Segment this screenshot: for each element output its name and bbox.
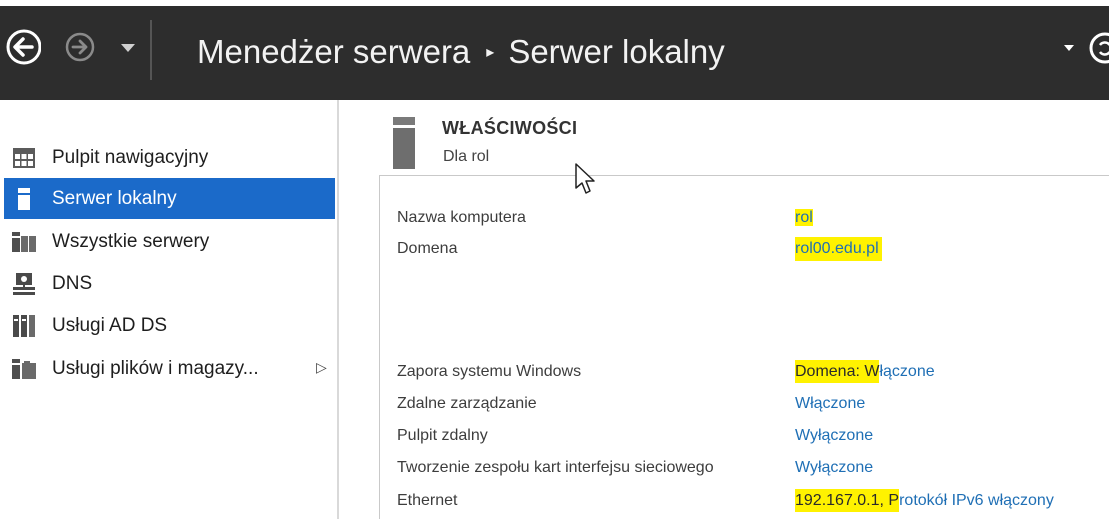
sidebar-item-all-servers[interactable]: Wszystkie serwery xyxy=(4,221,335,262)
sidebar-item-local-server[interactable]: Serwer lokalny xyxy=(4,178,335,219)
property-value-remote-management[interactable]: Włączone xyxy=(795,395,865,419)
expand-arrow-icon[interactable]: ▷ xyxy=(316,359,327,376)
property-label-remote-management: Zdalne zarządzanie xyxy=(397,395,537,412)
property-value-domain[interactable]: rol00.edu.pl xyxy=(795,237,882,264)
property-label-nic-teaming: Tworzenie zespołu kart interfejsu siecio… xyxy=(397,459,714,476)
all-servers-icon xyxy=(12,231,36,253)
sidebar-item-label: Wszystkie serwery xyxy=(52,230,210,252)
property-label-remote-desktop: Pulpit zdalny xyxy=(397,427,488,444)
sidebar-item-dns[interactable]: DNS xyxy=(4,263,335,304)
property-label-domain: Domena xyxy=(397,240,458,257)
header-divider xyxy=(150,20,152,80)
firewall-value-prefix[interactable]: Domena: W xyxy=(795,360,880,383)
sidebar-item-file-storage[interactable]: Usługi plików i magazy... ▷ xyxy=(4,348,335,389)
server-tile-icon xyxy=(393,117,415,169)
back-button[interactable] xyxy=(5,28,57,66)
sidebar-item-label: DNS xyxy=(52,272,93,294)
sidebar-item-label: Serwer lokalny xyxy=(52,187,177,209)
mouse-cursor-icon xyxy=(575,163,595,194)
dns-icon xyxy=(12,272,36,295)
property-value-ethernet[interactable]: 192.167.0.1, Protokół IPv6 włączony xyxy=(795,489,1054,516)
property-label-computer-name: Nazwa komputera xyxy=(397,209,526,226)
history-dropdown-icon[interactable] xyxy=(118,39,138,57)
firewall-value-rest[interactable]: łączone xyxy=(879,363,934,380)
title-bar: Menedżer serwera ▸ Serwer lokalny xyxy=(0,0,1109,100)
computer-name-link[interactable]: rol xyxy=(795,209,813,226)
sidebar-item-label: Pulpit nawigacyjny xyxy=(52,146,209,168)
breadcrumb-current: Serwer lokalny xyxy=(508,33,725,70)
breadcrumb-root[interactable]: Menedżer serwera xyxy=(197,33,470,71)
forward-button[interactable] xyxy=(64,31,100,63)
sidebar-item-label: Usługi plików i magazy... xyxy=(52,357,259,379)
sidebar-item-ad-ds[interactable]: Usługi AD DS xyxy=(4,305,335,346)
property-value-remote-desktop[interactable]: Wyłączone xyxy=(795,427,873,451)
property-value-firewall[interactable]: Domena: Włączone xyxy=(795,360,935,387)
sidebar-item-dashboard[interactable]: Pulpit nawigacyjny xyxy=(4,137,335,178)
property-value-computer-name[interactable]: rol xyxy=(795,209,813,233)
sidebar-divider xyxy=(337,100,339,519)
property-value-nic-teaming[interactable]: Wyłączone xyxy=(795,459,873,483)
top-edge xyxy=(0,0,1109,6)
domain-link[interactable]: rol00.edu.pl xyxy=(795,237,882,261)
section-title: WŁAŚCIWOŚCI xyxy=(442,118,578,138)
breadcrumb-dropdown-icon[interactable] xyxy=(1061,40,1077,56)
property-label-firewall: Zapora systemu Windows xyxy=(397,363,582,380)
file-storage-icon xyxy=(12,358,36,380)
sidebar-item-label: Usługi AD DS xyxy=(52,314,168,336)
ethernet-value-rest[interactable]: rotokół IPv6 włączony xyxy=(899,492,1054,509)
property-label-ethernet: Ethernet xyxy=(397,492,458,509)
properties-frame-left xyxy=(379,175,380,519)
breadcrumb: Menedżer serwera ▸ Serwer lokalny xyxy=(197,27,725,77)
section-subtitle: Dla rol xyxy=(443,148,490,165)
local-server-icon xyxy=(12,187,36,210)
dashboard-icon xyxy=(12,147,36,169)
breadcrumb-separator: ▸ xyxy=(486,44,495,61)
properties-frame-top xyxy=(380,175,1109,176)
ethernet-value-prefix[interactable]: 192.167.0.1, P xyxy=(795,489,900,512)
refresh-icon[interactable] xyxy=(1087,30,1109,66)
ad-ds-icon xyxy=(12,314,36,337)
